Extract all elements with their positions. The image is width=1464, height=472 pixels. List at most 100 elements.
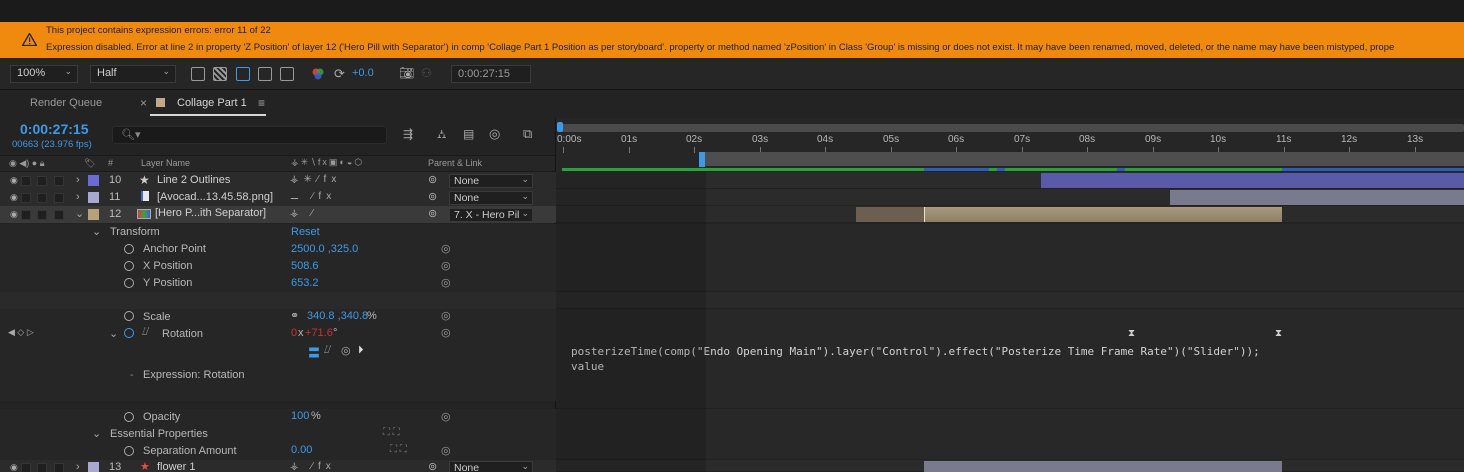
layer-duration-bar[interactable] xyxy=(924,461,1282,472)
pickwhip-icon[interactable]: ◎ xyxy=(441,444,451,457)
layer-name[interactable]: [Hero P...ith Separator] xyxy=(155,207,266,219)
tab-collage-part-1[interactable]: Collage Part 1 xyxy=(177,97,247,109)
parent-dropdown[interactable]: None ⌄ xyxy=(449,461,533,472)
layer-switches[interactable]: ⚶ ∕ xyxy=(290,208,318,219)
chevron-down-icon[interactable]: ⌄ xyxy=(92,427,101,440)
layer-duration-bar[interactable] xyxy=(1041,173,1464,188)
audio-toggle[interactable] xyxy=(21,176,31,186)
show-snapshot-icon[interactable]: ⚇ xyxy=(421,66,432,80)
stopwatch-icon[interactable] xyxy=(124,446,134,456)
layer-switches[interactable]: ⚊ ∕fx xyxy=(290,191,336,202)
solo-toggle[interactable] xyxy=(37,210,47,220)
eye-icon[interactable]: ◉ xyxy=(10,462,18,472)
keyframe-icon[interactable]: ⧗ xyxy=(1275,328,1282,339)
layer-duration-bar[interactable] xyxy=(856,207,924,222)
expression-enable-icon[interactable]: 〓 xyxy=(308,344,320,361)
eye-icon[interactable]: ◉ xyxy=(10,209,18,220)
channels-icon[interactable] xyxy=(311,67,325,81)
graph-editor-icon[interactable]: ⧉ xyxy=(523,126,532,142)
fast-preview-icon[interactable] xyxy=(191,67,205,81)
essential-toggle-icons[interactable]: ⛶ ⛶ xyxy=(390,444,407,455)
current-time-display[interactable]: 0:00:27:15 xyxy=(20,121,89,137)
label-color-swatch[interactable] xyxy=(88,209,99,220)
eye-icon[interactable]: ◉ xyxy=(10,192,18,203)
reset-transform-link[interactable]: Reset xyxy=(291,226,320,238)
error-banner[interactable]: This project contains expression errors:… xyxy=(0,22,1464,58)
pickwhip-icon[interactable]: ◎ xyxy=(441,242,451,255)
y-position-value[interactable]: 653.2 xyxy=(291,277,319,289)
rotation-revolutions[interactable]: 0 xyxy=(291,327,297,339)
region-of-interest-icon[interactable] xyxy=(258,67,272,81)
column-layer-name[interactable]: Layer Name xyxy=(141,158,190,168)
scale-value[interactable]: 340.8 ,340.8 xyxy=(307,310,368,322)
lock-toggle[interactable] xyxy=(54,210,64,220)
solo-toggle[interactable] xyxy=(37,463,47,472)
label-color-swatch[interactable] xyxy=(88,462,99,472)
tab-render-queue[interactable]: Render Queue xyxy=(30,97,102,109)
close-icon[interactable]: × xyxy=(140,96,147,110)
chevron-right-icon[interactable]: › xyxy=(76,191,80,203)
lock-toggle[interactable] xyxy=(54,463,64,472)
pickwhip-icon[interactable]: ◎ xyxy=(441,309,451,322)
expression-language-menu-icon[interactable]: ⏵ xyxy=(358,344,364,357)
rotation-degrees[interactable]: +71.6 xyxy=(305,327,333,339)
mask-visibility-icon[interactable] xyxy=(236,67,250,81)
comp-mini-flowchart-icon[interactable]: ⇶ xyxy=(403,127,413,141)
chevron-right-icon[interactable]: › xyxy=(76,174,80,186)
graph-icon[interactable]: ⌰ xyxy=(142,326,149,339)
keyframe-navigator-icon[interactable]: ◀ ◇ ▷ xyxy=(8,327,34,338)
layer-search-input[interactable]: 🔍︎▾ xyxy=(112,126,387,144)
audio-toggle[interactable] xyxy=(21,463,31,472)
eye-icon[interactable]: ◉ xyxy=(10,175,18,186)
solo-toggle[interactable] xyxy=(37,193,47,203)
label-color-swatch[interactable] xyxy=(88,192,99,203)
grid-guides-icon[interactable] xyxy=(280,67,294,81)
reset-exposure-icon[interactable]: ⟳ xyxy=(334,66,345,82)
pickwhip-icon[interactable]: ◎ xyxy=(441,410,451,423)
panel-menu-icon[interactable]: ≡ xyxy=(258,96,265,110)
exposure-value[interactable]: +0.0 xyxy=(352,67,374,79)
stopwatch-icon[interactable] xyxy=(124,261,134,271)
separation-value[interactable]: 0.00 xyxy=(291,444,312,456)
parent-dropdown[interactable]: None ⌄ xyxy=(449,191,533,205)
essential-toggle-icons[interactable]: ⛶ ⛶ xyxy=(383,427,400,438)
pickwhip-icon[interactable]: ⊚ xyxy=(428,460,437,472)
transparency-grid-icon[interactable] xyxy=(213,67,227,81)
audio-toggle[interactable] xyxy=(21,193,31,203)
stopwatch-icon[interactable] xyxy=(124,311,134,321)
pickwhip-icon[interactable]: ⊚ xyxy=(428,190,437,203)
layer-switches[interactable]: ⚶✳∕fx xyxy=(290,174,341,185)
label-color-swatch[interactable] xyxy=(88,175,99,186)
motion-blur-icon[interactable]: ◎ xyxy=(489,126,500,142)
viewer-timecode[interactable]: 0:00:27:15 xyxy=(451,65,531,83)
layer-name[interactable]: flower 1 xyxy=(157,461,196,472)
opacity-value[interactable]: 100 xyxy=(291,410,309,422)
layer-duration-bar[interactable] xyxy=(924,207,1282,222)
chevron-right-icon[interactable]: › xyxy=(76,461,80,472)
work-area-bar[interactable] xyxy=(560,124,1464,132)
pickwhip-icon[interactable]: ◎ xyxy=(441,259,451,272)
anchor-point-value[interactable]: 2500.0 ,325.0 xyxy=(291,243,358,255)
layer-name[interactable]: Line 2 Outlines xyxy=(157,174,230,186)
lock-toggle[interactable] xyxy=(54,193,64,203)
zoom-dropdown[interactable]: 100% ⌄ xyxy=(10,65,78,83)
lock-toggle[interactable] xyxy=(54,176,64,186)
chevron-down-icon[interactable]: ⌄ xyxy=(109,327,118,340)
resolution-dropdown[interactable]: Half ⌄ xyxy=(90,65,176,83)
stopwatch-icon[interactable] xyxy=(124,328,134,338)
x-position-value[interactable]: 508.6 xyxy=(291,260,319,272)
stopwatch-icon[interactable] xyxy=(124,412,134,422)
audio-toggle[interactable] xyxy=(21,210,31,220)
parent-dropdown[interactable]: 7. X - Hero Pil ⌄ xyxy=(449,208,533,222)
snapshot-icon[interactable]: 📷︎ xyxy=(399,66,414,80)
constrain-link-icon[interactable]: ⚭ xyxy=(290,309,299,322)
pickwhip-icon[interactable]: ◎ xyxy=(441,326,451,339)
pickwhip-icon[interactable]: ⊚ xyxy=(428,173,437,186)
current-time-indicator[interactable] xyxy=(699,152,705,167)
stopwatch-icon[interactable] xyxy=(124,278,134,288)
layer-switches[interactable]: ⚶ ∕fx xyxy=(290,461,336,472)
pickwhip-icon[interactable]: ◎ xyxy=(441,276,451,289)
parent-dropdown[interactable]: None ⌄ xyxy=(449,174,533,188)
essential-properties-row[interactable] xyxy=(0,426,556,443)
draft-3d-icon[interactable]: ⛼ xyxy=(437,127,446,143)
